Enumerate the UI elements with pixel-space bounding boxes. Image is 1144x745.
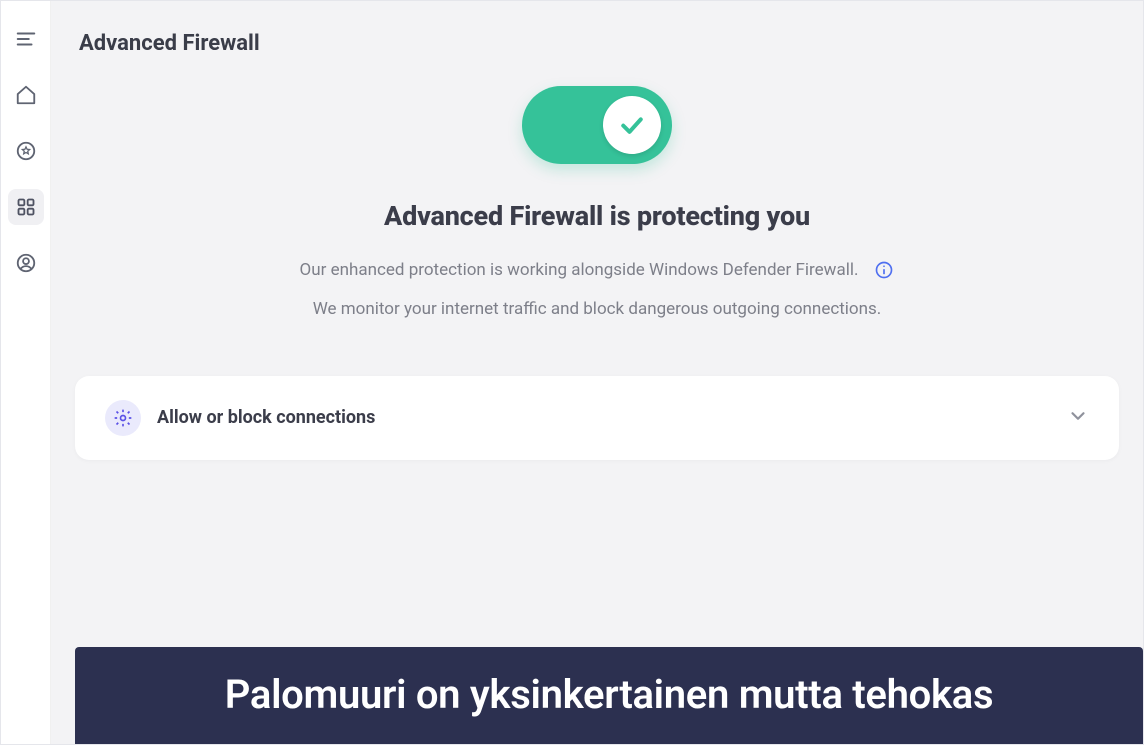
info-icon xyxy=(874,260,894,280)
sidebar xyxy=(1,1,51,744)
card-title: Allow or block connections xyxy=(157,407,1067,428)
firewall-toggle[interactable] xyxy=(522,86,672,164)
page-title: Advanced Firewall xyxy=(79,31,1119,56)
hero-section: Advanced Firewall is protecting you Our … xyxy=(75,86,1119,324)
hero-line-1: Our enhanced protection is working along… xyxy=(300,256,895,285)
expand-chevron xyxy=(1067,405,1089,431)
home-icon xyxy=(15,84,37,106)
sidebar-item-shield[interactable] xyxy=(8,133,44,169)
sidebar-item-home[interactable] xyxy=(8,77,44,113)
shield-star-icon xyxy=(15,140,37,162)
menu-icon xyxy=(15,28,37,50)
main-content: Advanced Firewall Advanced Firewall is p… xyxy=(51,1,1143,744)
sidebar-item-profile[interactable] xyxy=(8,245,44,281)
profile-icon xyxy=(15,252,37,274)
toggle-knob xyxy=(603,96,661,154)
sidebar-item-grid[interactable] xyxy=(8,189,44,225)
app-root: Advanced Firewall Advanced Firewall is p… xyxy=(0,0,1144,745)
connections-card[interactable]: Allow or block connections xyxy=(75,376,1119,460)
grid-icon xyxy=(16,197,36,217)
hero-line-2: We monitor your internet traffic and blo… xyxy=(313,295,882,324)
card-icon-wrap xyxy=(105,400,141,436)
chevron-down-icon xyxy=(1067,405,1089,427)
info-button[interactable] xyxy=(874,260,894,280)
checkmark-icon xyxy=(617,110,647,140)
hero-heading: Advanced Firewall is protecting you xyxy=(384,200,810,232)
gear-icon xyxy=(113,408,133,428)
hero-line-1-text: Our enhanced protection is working along… xyxy=(300,256,859,285)
caption-banner: Palomuuri on yksinkertainen mutta tehoka… xyxy=(75,647,1143,744)
sidebar-item-menu[interactable] xyxy=(8,21,44,57)
